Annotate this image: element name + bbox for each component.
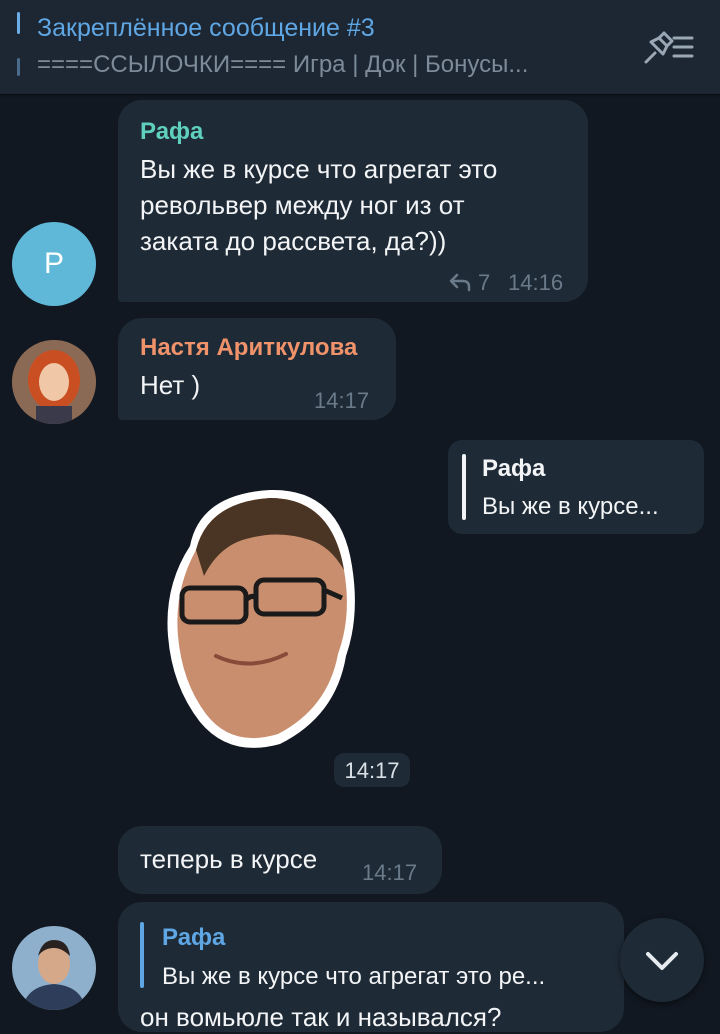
message-time: 14:17	[362, 860, 418, 885]
quote-bar	[140, 922, 144, 988]
sender-name[interactable]: Рафа	[140, 118, 203, 146]
face-sticker[interactable]	[160, 486, 360, 756]
pinned-indicator	[17, 12, 20, 34]
pinned-indicator-secondary	[17, 58, 20, 76]
message-time: 14:17	[344, 758, 400, 783]
message-bubble[interactable]: Рафа Вы же в курсе что агрегат это ре...…	[118, 902, 624, 1032]
avatar[interactable]: P	[12, 222, 96, 306]
message-line: заката до рассвета, да?))	[140, 226, 447, 256]
avatar[interactable]	[12, 340, 96, 424]
message-text: теперь в курсе	[140, 844, 318, 874]
quote-text: Вы же в курсе что агрегат это ре...	[162, 963, 546, 990]
message-line: револьвер между ног из от	[140, 190, 465, 220]
scroll-down-button[interactable]	[620, 918, 704, 1002]
message-text: он вомьюле так и назывался?	[140, 1002, 502, 1032]
replies-count[interactable]: 7	[478, 270, 490, 296]
quote-bar	[462, 454, 466, 520]
avatar[interactable]	[12, 926, 96, 1010]
quote-author[interactable]: Рафа	[162, 924, 225, 952]
replies-icon	[449, 273, 471, 292]
quote-author: Рафа	[482, 455, 546, 482]
avatar-photo	[12, 926, 96, 1010]
message-line: Вы же в курсе что агрегат это	[140, 154, 498, 184]
pinned-title: Закреплённое сообщение #3	[37, 14, 375, 42]
message-bubble[interactable]: теперь в курсе 14:17	[118, 826, 442, 894]
message-bubble[interactable]: Настя Ариткулова Нет ) 14:17	[118, 318, 396, 420]
pinned-message-bar[interactable]: Закреплённое сообщение #3 ====ССЫЛОЧКИ==…	[0, 0, 720, 94]
reply-preview[interactable]: Рафа Вы же в курсе...	[448, 440, 704, 534]
unpin-list-icon[interactable]	[640, 28, 696, 66]
message-time: 14:17	[314, 388, 370, 413]
sticker-time-pill: 14:17	[334, 753, 410, 787]
avatar-letter: P	[43, 247, 64, 280]
message-text: Нет )	[140, 370, 201, 400]
quote-text: Вы же в курсе...	[482, 493, 659, 520]
message-time: 14:16	[508, 270, 564, 295]
chevron-down-icon	[646, 952, 678, 970]
pinned-text: ====ССЫЛОЧКИ==== Игра | Док | Бонусы...	[37, 51, 529, 78]
sender-name[interactable]: Настя Ариткулова	[140, 334, 357, 362]
message-bubble[interactable]: Рафа Вы же в курсе что агрегат это револ…	[118, 100, 588, 302]
avatar-photo	[12, 340, 96, 424]
